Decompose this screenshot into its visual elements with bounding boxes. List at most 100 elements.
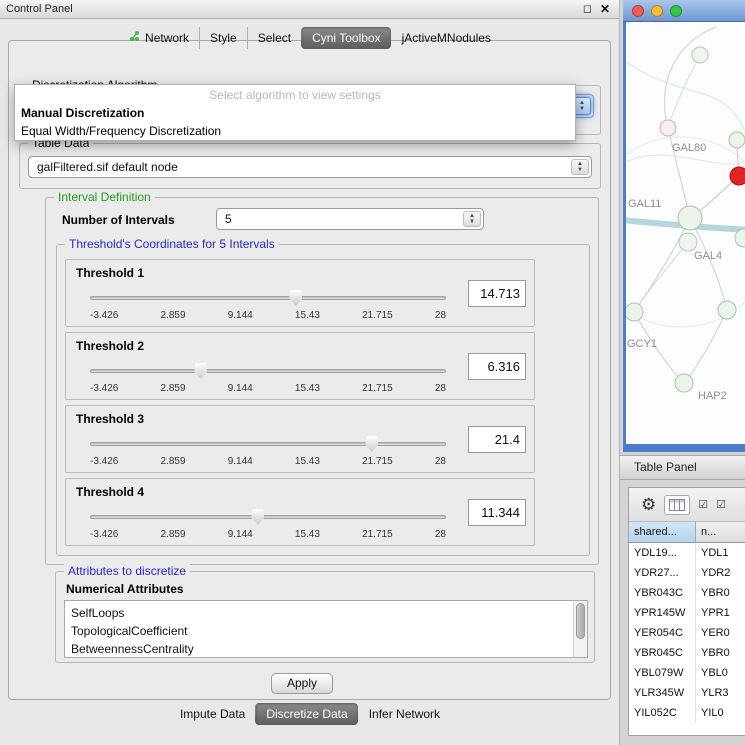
interval-definition-group: Interval Definition Number of Intervals … [45,197,599,565]
close-traffic-light[interactable] [632,5,644,17]
close-window-icon[interactable] [600,2,610,16]
list-scrollbar[interactable] [573,601,587,657]
table-cell[interactable]: YDR2 [696,563,745,583]
control-panel-titlebar[interactable]: Control Panel [0,0,619,19]
table-cell[interactable]: YPR145W [629,603,696,623]
zoom-traffic-light[interactable] [670,5,682,17]
slider-track[interactable] [90,296,446,300]
table-cell[interactable]: YLR3 [696,683,745,703]
table-cell[interactable]: YIL052C [629,703,696,723]
columns-icon [669,499,685,511]
node-label-gcy1: GCY1 [627,338,657,350]
list-item[interactable]: SelfLoops [65,604,587,622]
table-row[interactable]: YBR045CYBR0 [629,643,745,663]
threshold-3-value-field[interactable]: 21.4 [468,426,526,453]
checkbox-icon[interactable] [698,498,708,511]
tick-label: 15.43 [295,310,320,321]
combo-arrows-icon[interactable] [463,211,481,227]
tab-network[interactable]: Network [119,27,199,49]
column-header-name[interactable]: n... [696,522,745,542]
tab-jactivemnodules[interactable]: jActiveMNodules [391,27,501,49]
table-cell[interactable]: YDR27... [629,563,696,583]
threshold-1-slider[interactable] [90,288,446,308]
float-window-icon[interactable] [583,2,592,15]
algorithm-dropdown-popup: Select algorithm to view settings Manual… [14,84,576,141]
scrollbar-thumb[interactable] [576,603,585,639]
table-row[interactable]: YIL052CYIL0 [629,703,745,723]
table-cell[interactable]: YER054C [629,623,696,643]
node-label-hap2: HAP2 [698,390,727,402]
tick-label: 28 [435,310,446,321]
table-row[interactable]: YDL19...YDL1 [629,543,745,563]
table-cell[interactable]: YBL0 [696,663,745,683]
table-cell[interactable]: YDL19... [629,543,696,563]
slider-handle[interactable] [289,290,302,306]
table-cell[interactable]: YLR345W [629,683,696,703]
table-cell[interactable]: YDL1 [696,543,745,563]
table-row[interactable]: YPR145WYPR1 [629,603,745,623]
node-label-gal80: GAL80 [672,142,706,154]
table-cell[interactable]: YBR043C [629,583,696,603]
slider-track[interactable] [90,442,446,446]
tick-label: 9.144 [228,310,253,321]
list-item[interactable]: TopologicalCoefficient [65,622,587,640]
network-canvas[interactable]: GAL80 GAL11 GAL4 GCY1 HAP2 [626,22,745,444]
slider-track[interactable] [90,515,446,519]
threshold-4-slider[interactable] [90,507,446,527]
algorithm-option-manual[interactable]: Manual Discretization [15,104,575,122]
tab-label: Impute Data [180,707,245,721]
thresholds-group-label: Threshold's Coordinates for 5 Intervals [65,237,279,251]
slider-track[interactable] [90,369,446,373]
tick-label: 9.144 [228,456,253,467]
table-data-combobox[interactable]: galFiltered.sif default node [28,156,592,178]
columns-button[interactable] [664,495,690,515]
threshold-1-value-field[interactable]: 14.713 [468,280,526,307]
list-item[interactable]: BetweennessCentrality [65,640,587,658]
table-cell[interactable]: YPR1 [696,603,745,623]
threshold-1-box: Threshold 1 -3.4262.8599.14415.4321.7152… [65,259,535,327]
table-cell[interactable]: YER0 [696,623,745,643]
tab-discretize-data[interactable]: Discretize Data [255,703,357,725]
table-cell[interactable]: YBR0 [696,643,745,663]
algorithm-placeholder-item[interactable]: Select algorithm to view settings [15,85,575,104]
numerical-attributes-list[interactable]: SelfLoops TopologicalCoefficient Between… [64,600,588,658]
control-panel-window: Control Panel Network Style Select [0,0,620,745]
num-intervals-combobox[interactable]: 5 [216,208,484,230]
table-row[interactable]: YDR27...YDR2 [629,563,745,583]
combo-arrows-icon[interactable] [571,159,589,175]
table-cell[interactable]: YIL0 [696,703,745,723]
threshold-2-slider[interactable] [90,361,446,381]
table-row[interactable]: YBL079WYBL0 [629,663,745,683]
threshold-4-value-field[interactable]: 11.344 [468,499,526,526]
column-header-shared-name[interactable]: shared... [629,522,696,542]
tab-impute-data[interactable]: Impute Data [170,703,255,725]
slider-scale: -3.4262.8599.14415.4321.71528 [90,310,446,321]
apply-button[interactable]: Apply [271,673,333,694]
tick-label: 28 [435,383,446,394]
table-row[interactable]: YLR345WYLR3 [629,683,745,703]
table-row[interactable]: YER054CYER0 [629,623,745,643]
tab-select[interactable]: Select [247,27,301,49]
top-tab-bar: Network Style Select Cyni Toolbox jActiv… [0,27,620,49]
slider-handle[interactable] [251,509,264,525]
threshold-3-slider[interactable] [90,434,446,454]
gear-icon[interactable] [641,495,656,515]
algorithm-option-equal-width[interactable]: Equal Width/Frequency Discretization [15,122,575,140]
tick-label: 28 [435,529,446,540]
tab-label: Cyni Toolbox [312,31,380,45]
threshold-2-value-field[interactable]: 6.316 [468,353,526,380]
table-cell[interactable]: YBR0 [696,583,745,603]
table-cell[interactable]: YBR045C [629,643,696,663]
tab-infer-network[interactable]: Infer Network [358,703,450,725]
tab-cyni-toolbox[interactable]: Cyni Toolbox [301,27,390,49]
network-window-titlebar[interactable] [623,0,745,22]
table-row[interactable]: YBR043CYBR0 [629,583,745,603]
tick-label: 9.144 [228,383,253,394]
slider-handle[interactable] [194,363,207,379]
checkbox-icon[interactable] [716,498,726,511]
table-cell[interactable]: YBL079W [629,663,696,683]
slider-handle[interactable] [365,436,378,452]
table-panel-header[interactable]: Table Panel [620,455,745,480]
tab-style[interactable]: Style [199,27,247,49]
minimize-traffic-light[interactable] [651,5,663,17]
